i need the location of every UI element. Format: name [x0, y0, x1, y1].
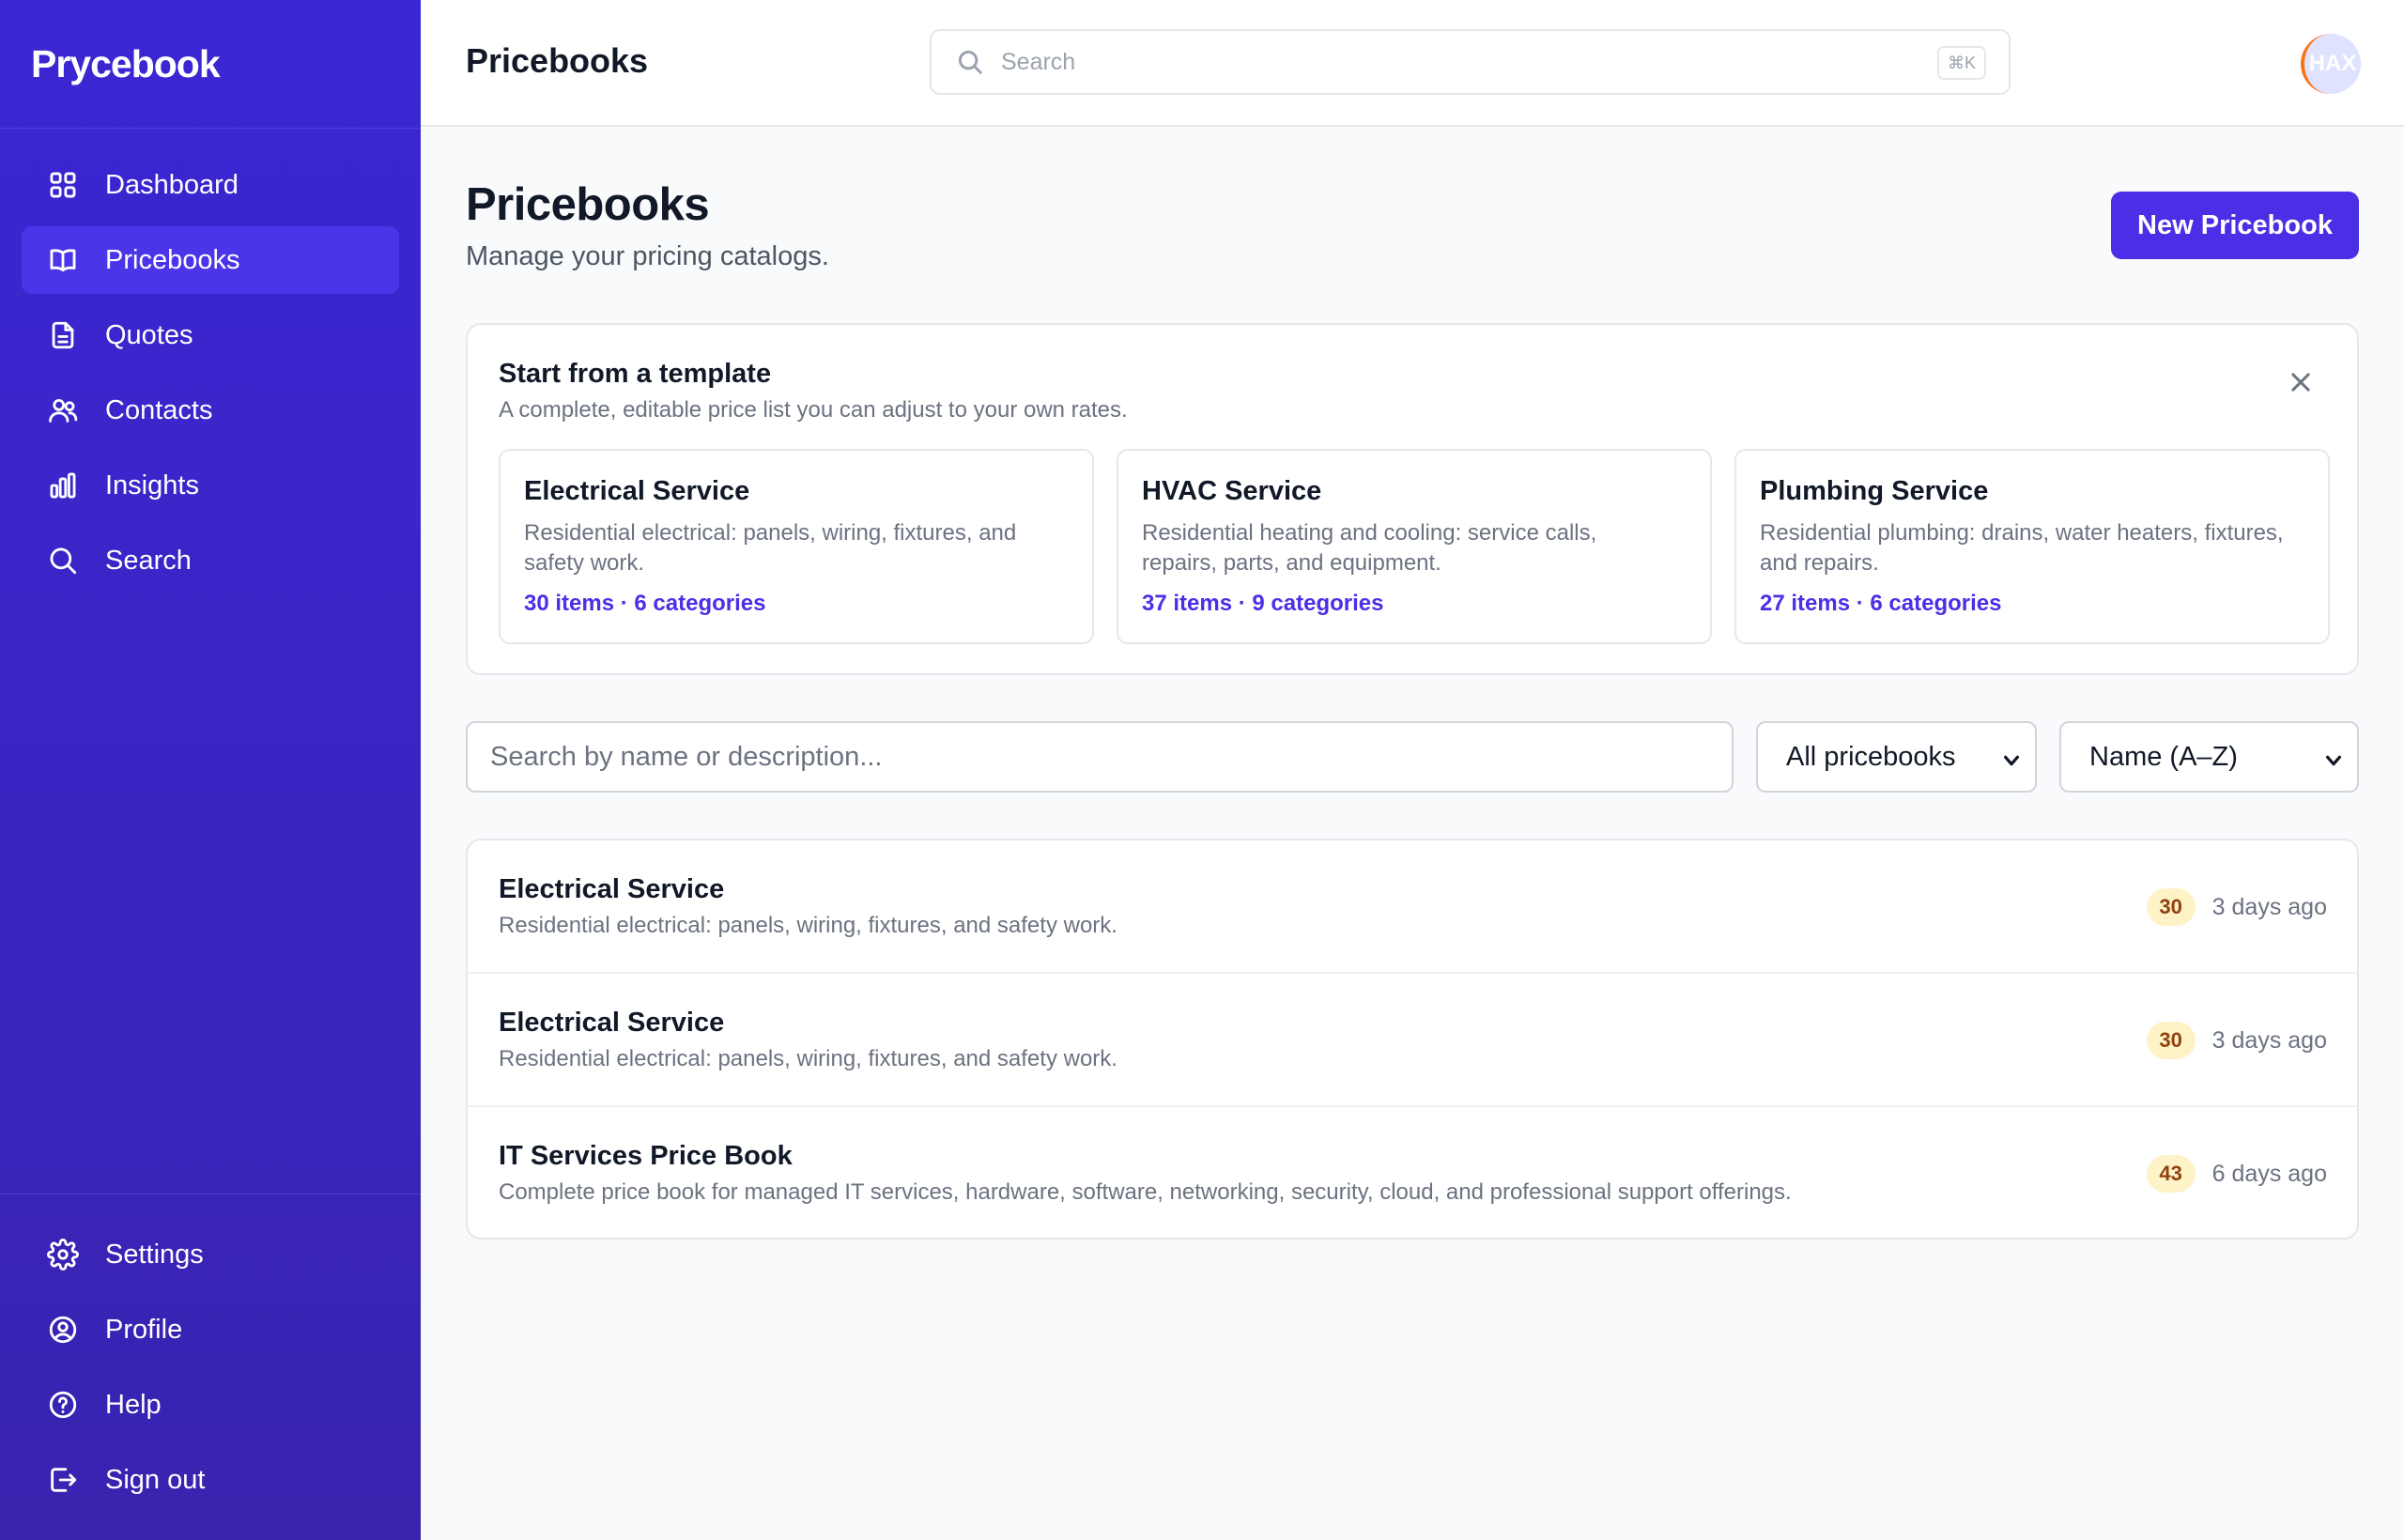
template-card-description: Residential plumbing: drains, water heat… [1760, 520, 2284, 576]
search-icon [46, 544, 80, 578]
page-title: Pricebooks [466, 179, 710, 230]
sidebar-item-profile[interactable]: Profile [22, 1296, 399, 1363]
keyboard-shortcut-hint: ⌘K [1936, 46, 1986, 80]
template-panel: Start from a template A complete, editab… [466, 323, 2359, 675]
sidebar-nav: Dashboard Pricebooks Quotes Contacts Ins… [0, 129, 421, 1194]
pricebook-scope-select[interactable]: All pricebooks [1756, 721, 2037, 793]
sidebar: Prycebook Dashboard Pricebooks Quotes Co… [0, 0, 421, 1540]
sidebar-bottom-nav: Settings Profile Help Sign out [0, 1194, 421, 1540]
avatar[interactable]: HAX [2301, 34, 2361, 94]
pricebook-list: Electrical Service Residential electrica… [466, 839, 2359, 1240]
pricebook-name: Electrical Service [499, 1008, 725, 1038]
sidebar-item-label: Help [105, 1389, 162, 1420]
chevron-down-icon [2323, 747, 2344, 768]
help-circle-icon [46, 1388, 80, 1422]
item-count-badge: 30 [2146, 888, 2196, 926]
template-card-meta: 27 items · 6 categories [1760, 591, 2002, 616]
sidebar-item-label: Contacts [105, 394, 213, 425]
template-card-description: Residential electrical: panels, wiring, … [524, 520, 1017, 576]
template-cards: Electrical Service Residential electrica… [499, 449, 2330, 644]
filter-row: All pricebooks Name (A–Z) [466, 721, 2359, 793]
template-card-hvac[interactable]: HVAC Service Residential heating and coo… [1117, 449, 1712, 644]
bar-chart-icon [46, 469, 80, 502]
sidebar-item-settings[interactable]: Settings [22, 1221, 399, 1288]
close-icon[interactable] [2288, 369, 2314, 395]
users-icon [46, 393, 80, 427]
search-icon [958, 50, 982, 74]
sidebar-item-label: Search [105, 545, 192, 576]
sidebar-item-pricebooks[interactable]: Pricebooks [22, 226, 399, 294]
pricebook-meta: 30 3 days ago [2146, 1022, 2327, 1059]
template-card-plumbing[interactable]: Plumbing Service Residential plumbing: d… [1734, 449, 2330, 644]
list-item[interactable]: Electrical Service Residential electrica… [468, 840, 2357, 974]
avatar-initials: HAX [2308, 51, 2357, 76]
pricebook-name: Electrical Service [499, 874, 725, 904]
sidebar-item-label: Settings [105, 1239, 204, 1270]
global-search-placeholder: Search [1001, 48, 1076, 75]
pricebook-scope-value: All pricebooks [1786, 741, 1956, 772]
sort-value: Name (A–Z) [2089, 741, 2238, 772]
global-search-input[interactable]: Search ⌘K [930, 29, 2011, 95]
sidebar-item-sign-out[interactable]: Sign out [22, 1446, 399, 1514]
sidebar-item-search[interactable]: Search [22, 527, 399, 594]
grid-icon [46, 168, 80, 202]
template-card-description: Residential heating and cooling: service… [1142, 520, 1597, 576]
sidebar-item-help[interactable]: Help [22, 1371, 399, 1439]
sidebar-item-insights[interactable]: Insights [22, 452, 399, 519]
updated-time: 6 days ago [2211, 1160, 2327, 1187]
sidebar-item-label: Insights [105, 470, 199, 500]
list-item[interactable]: IT Services Price Book Complete price bo… [468, 1107, 2357, 1238]
brand[interactable]: Prycebook [0, 0, 421, 129]
brand-logo-text: Prycebook [31, 41, 221, 85]
gear-icon [46, 1238, 80, 1271]
item-count-badge: 43 [2146, 1155, 2196, 1193]
template-card-meta: 37 items · 9 categories [1142, 591, 1384, 616]
sidebar-item-label: Dashboard [105, 169, 239, 200]
document-icon [46, 318, 80, 352]
page-subtitle: Manage your pricing catalogs. [466, 241, 829, 271]
template-panel-title: Start from a template [499, 359, 772, 389]
chevron-down-icon [2001, 747, 2022, 768]
item-count-badge: 30 [2146, 1022, 2196, 1059]
template-card-name: HVAC Service [1142, 476, 1322, 506]
list-item[interactable]: Electrical Service Residential electrica… [468, 974, 2357, 1107]
pricebook-description: Residential electrical: panels, wiring, … [499, 913, 1117, 938]
sidebar-item-contacts[interactable]: Contacts [22, 377, 399, 444]
updated-time: 3 days ago [2211, 893, 2327, 920]
sort-select[interactable]: Name (A–Z) [2059, 721, 2359, 793]
updated-time: 3 days ago [2211, 1026, 2327, 1054]
template-panel-subtitle: A complete, editable price list you can … [499, 397, 1128, 423]
template-card-name: Plumbing Service [1760, 476, 1989, 506]
sign-out-icon [46, 1463, 80, 1497]
book-icon [46, 243, 80, 277]
pricebook-meta: 30 3 days ago [2146, 888, 2327, 926]
sidebar-item-quotes[interactable]: Quotes [22, 301, 399, 369]
template-card-name: Electrical Service [524, 476, 750, 506]
sidebar-item-label: Profile [105, 1314, 183, 1345]
user-circle-icon [46, 1313, 80, 1347]
pricebook-search-input[interactable] [466, 721, 1734, 793]
new-pricebook-button[interactable]: New Pricebook [2111, 192, 2359, 259]
sidebar-item-label: Pricebooks [105, 244, 240, 275]
topbar-title: Pricebooks [466, 41, 649, 80]
sidebar-item-label: Quotes [105, 319, 193, 350]
topbar: Pricebooks Search ⌘K HAX [421, 0, 2404, 127]
sidebar-item-label: Sign out [105, 1464, 206, 1495]
sidebar-item-dashboard[interactable]: Dashboard [22, 151, 399, 219]
pricebook-name: IT Services Price Book [499, 1141, 793, 1171]
pricebook-description: Residential electrical: panels, wiring, … [499, 1046, 1117, 1071]
pricebook-description: Complete price book for managed IT servi… [499, 1179, 1792, 1205]
template-card-electrical[interactable]: Electrical Service Residential electrica… [499, 449, 1094, 644]
pricebook-meta: 43 6 days ago [2146, 1155, 2327, 1193]
template-card-meta: 30 items · 6 categories [524, 591, 766, 616]
